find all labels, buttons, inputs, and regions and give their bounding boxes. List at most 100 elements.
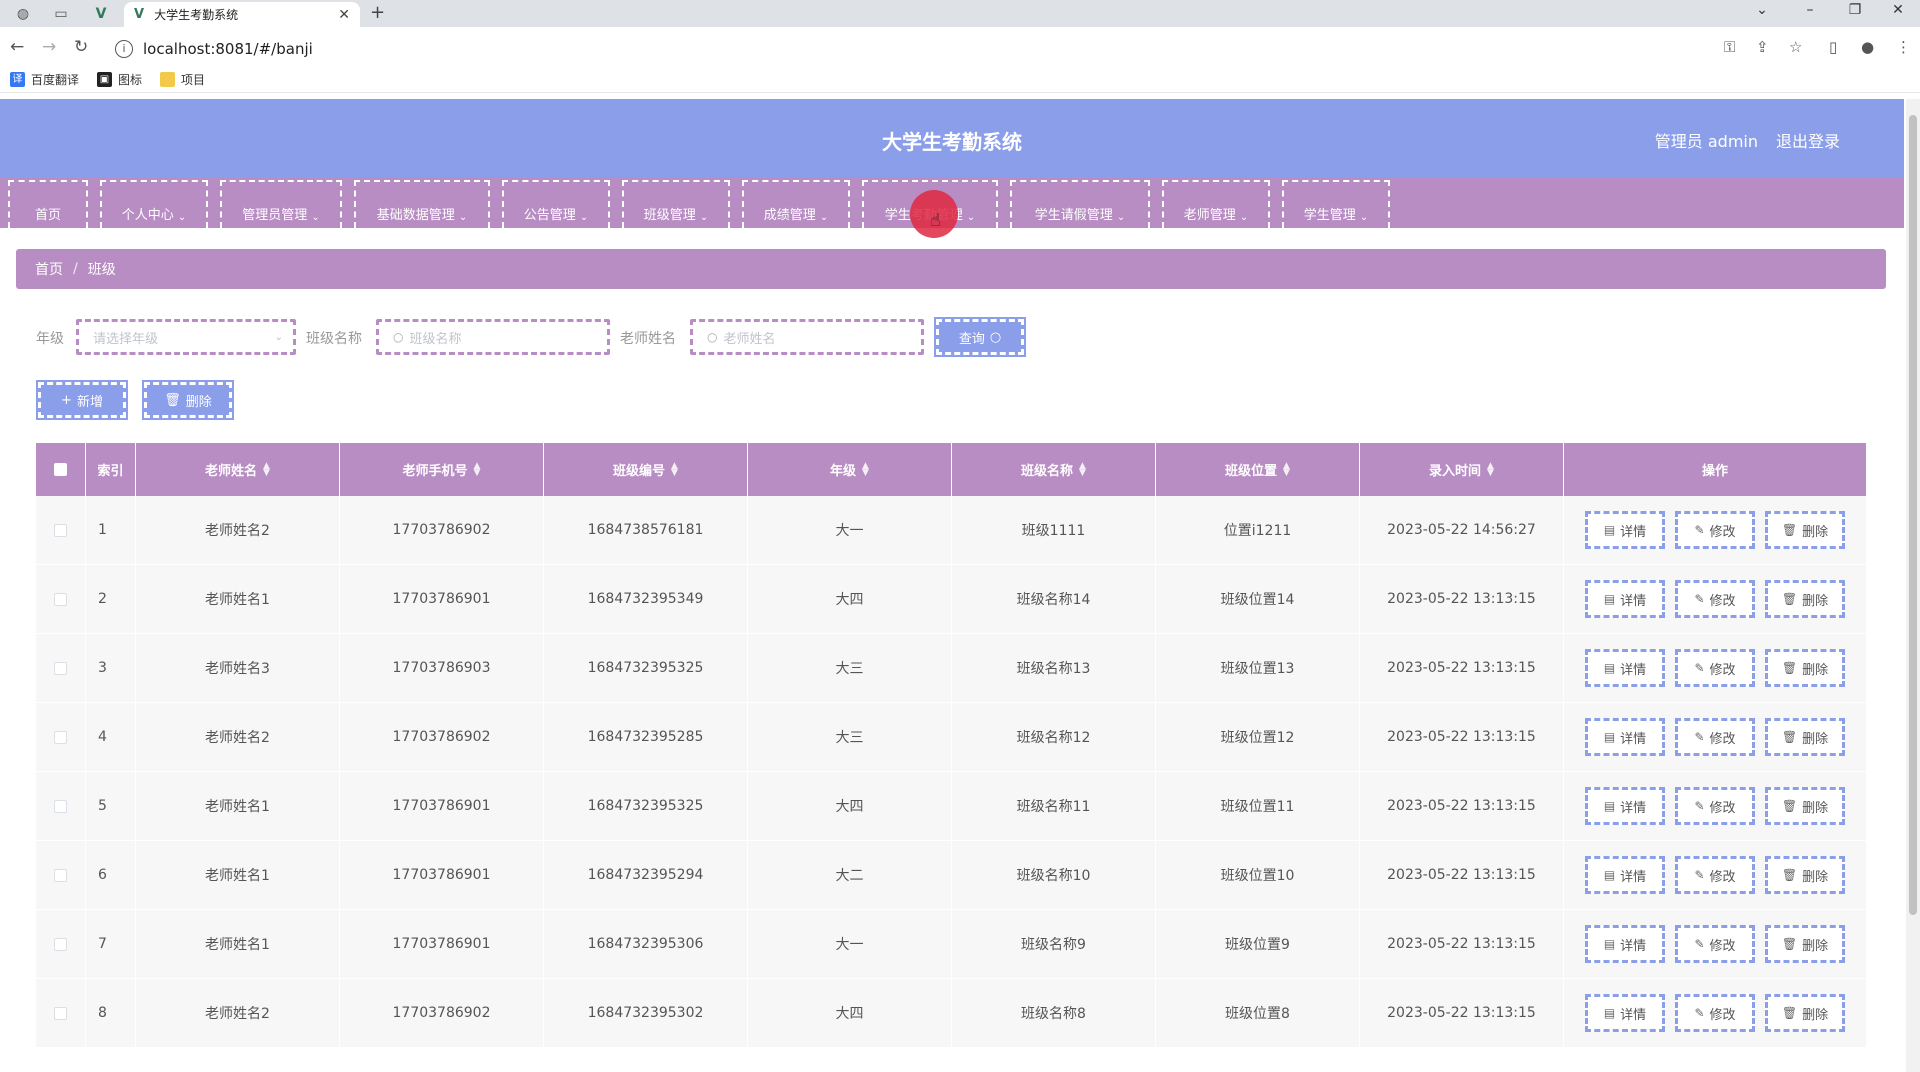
edit-button[interactable]: ✎ 修改 — [1675, 925, 1755, 963]
edit-button[interactable]: ✎ 修改 — [1675, 718, 1755, 756]
url-field[interactable]: i localhost:8081/#/banji — [115, 35, 1685, 63]
share-icon[interactable]: ⇪ — [1756, 38, 1769, 56]
nav-item-admin[interactable]: 管理员管理 ⌄ — [220, 180, 342, 228]
table-cell: 17703786902 — [340, 979, 544, 1047]
delete-button[interactable]: 🗑 删除 — [1765, 511, 1845, 549]
menu-icon[interactable]: ⋮ — [1896, 38, 1911, 56]
close-tab-icon[interactable]: ✕ — [338, 7, 350, 23]
star-icon[interactable]: ☆ — [1789, 38, 1802, 56]
table-cell: 2 — [86, 565, 136, 633]
edit-button[interactable]: ✎ 修改 — [1675, 787, 1755, 825]
nav-item-class[interactable]: 班级管理 ⌄ — [622, 180, 730, 228]
bookmark-item[interactable]: 译 百度翻译 — [10, 71, 79, 88]
chevron-down-icon: ⌄ — [579, 212, 589, 223]
sort-icon[interactable]: ▲ ▼ — [474, 461, 481, 477]
delete-button[interactable]: 🗑 删除 — [1765, 649, 1845, 687]
nav-item-student[interactable]: 学生管理 ⌄ — [1282, 180, 1390, 228]
sort-icon[interactable]: ▲ ▼ — [862, 461, 869, 477]
grade-label: 年级 — [36, 331, 64, 347]
table-cell: 2023-05-22 13:13:15 — [1360, 565, 1564, 633]
grade-select[interactable]: 请选择年级 ⌄ — [76, 319, 296, 355]
logout-link[interactable]: 退出登录 — [1776, 128, 1840, 152]
edit-button[interactable]: ✎ 修改 — [1675, 580, 1755, 618]
reload-icon[interactable]: ↻ — [74, 37, 88, 57]
column-header[interactable]: 年级 ▲ ▼ — [748, 443, 952, 496]
sort-icon[interactable]: ▲ ▼ — [1283, 461, 1290, 477]
delete-button[interactable]: 🗑 删除 — [1765, 925, 1845, 963]
new-tab-icon[interactable]: + — [370, 2, 385, 23]
select-all-checkbox[interactable] — [54, 463, 67, 476]
sort-icon[interactable]: ▲ ▼ — [671, 461, 678, 477]
row-checkbox[interactable] — [54, 661, 67, 675]
tab-search-chevron-icon[interactable]: ⌄ — [1742, 2, 1782, 18]
detail-button[interactable]: ▤ 详情 — [1585, 994, 1665, 1032]
profile-icon[interactable]: ● — [1861, 38, 1874, 56]
forward-icon[interactable]: → — [42, 37, 56, 57]
nav-item-leave[interactable]: 学生请假管理 ⌄ — [1010, 180, 1150, 228]
detail-button[interactable]: ▤ 详情 — [1585, 649, 1665, 687]
detail-button[interactable]: ▤ 详情 — [1585, 580, 1665, 618]
detail-button[interactable]: ▤ 详情 — [1585, 925, 1665, 963]
column-header[interactable]: 老师手机号 ▲ ▼ — [340, 443, 544, 496]
nav-item-notice[interactable]: 公告管理 ⌄ — [502, 180, 610, 228]
delete-button[interactable]: 🗑 删除 — [1765, 580, 1845, 618]
row-checkbox[interactable] — [54, 730, 67, 744]
row-checkbox[interactable] — [54, 937, 67, 951]
window-close-icon[interactable]: ✕ — [1878, 2, 1918, 18]
row-actions: ▤ 详情 ✎ 修改 🗑 删除 — [1564, 841, 1866, 909]
nav-item-home[interactable]: 首页 — [8, 180, 88, 228]
delete-button[interactable]: 🗑 删除 — [1765, 718, 1845, 756]
nav-item-teacher[interactable]: 老师管理 ⌄ — [1162, 180, 1270, 228]
sort-icon[interactable]: ▲ ▼ — [263, 461, 270, 477]
key-icon[interactable]: ⚿ — [1724, 38, 1735, 56]
detail-button[interactable]: ▤ 详情 — [1585, 787, 1665, 825]
add-button[interactable]: + 新增 — [36, 380, 128, 420]
teacher-name-input[interactable]: ○ 老师姓名 — [690, 319, 924, 355]
column-header[interactable]: 录入时间 ▲ ▼ — [1360, 443, 1564, 496]
edit-button[interactable]: ✎ 修改 — [1675, 994, 1755, 1032]
edit-button[interactable]: ✎ 修改 — [1675, 649, 1755, 687]
page-scrollbar[interactable] — [1906, 99, 1920, 1072]
detail-button[interactable]: ▤ 详情 — [1585, 856, 1665, 894]
delete-button[interactable]: 🗑 删除 — [1765, 994, 1845, 1032]
vue-icon[interactable]: V — [86, 3, 116, 25]
batch-delete-button[interactable]: 🗑 删除 — [142, 380, 234, 420]
column-header[interactable]: 班级编号 ▲ ▼ — [544, 443, 748, 496]
globe-icon[interactable]: ◍ — [8, 3, 38, 25]
scroll-thumb[interactable] — [1909, 115, 1917, 915]
bookmark-item[interactable]: 项目 — [160, 71, 205, 88]
site-info-icon[interactable]: i — [115, 40, 133, 58]
restore-icon[interactable]: ❐ — [1835, 2, 1875, 18]
query-button[interactable]: 查询 ○ — [934, 317, 1026, 357]
table-cell: 老师姓名1 — [136, 772, 340, 840]
back-icon[interactable]: ← — [10, 37, 24, 57]
column-header[interactable]: 老师姓名 ▲ ▼ — [136, 443, 340, 496]
minimize-icon[interactable]: – — [1790, 2, 1830, 18]
detail-button[interactable]: ▤ 详情 — [1585, 511, 1665, 549]
row-checkbox[interactable] — [54, 1006, 67, 1020]
row-checkbox[interactable] — [54, 799, 67, 813]
sidepanel-icon[interactable]: ▯ — [1829, 38, 1837, 56]
column-header[interactable]: 班级名称 ▲ ▼ — [952, 443, 1156, 496]
bookmark-item[interactable]: ▣ 图标 — [97, 71, 142, 88]
sort-icon[interactable]: ▲ ▼ — [1079, 461, 1086, 477]
row-checkbox[interactable] — [54, 523, 67, 537]
delete-button[interactable]: 🗑 删除 — [1765, 856, 1845, 894]
edit-button[interactable]: ✎ 修改 — [1675, 511, 1755, 549]
tab-placeholder-icon[interactable]: ▭ — [46, 3, 76, 25]
row-checkbox[interactable] — [54, 592, 67, 606]
breadcrumb-home[interactable]: 首页 — [35, 259, 63, 279]
row-checkbox[interactable] — [54, 868, 67, 882]
browser-active-tab[interactable]: V 大学生考勤系统 ✕ — [124, 2, 360, 27]
detail-button[interactable]: ▤ 详情 — [1585, 718, 1665, 756]
sort-icon[interactable]: ▲ ▼ — [1487, 461, 1494, 477]
table-cell: 班级位置9 — [1156, 910, 1360, 978]
table-row: 3 老师姓名3 17703786903 1684732395325 大三 班级名称13 班级… — [36, 634, 1866, 703]
nav-item-profile[interactable]: 个人中心 ⌄ — [100, 180, 208, 228]
nav-item-basedata[interactable]: 基础数据管理 ⌄ — [354, 180, 490, 228]
edit-button[interactable]: ✎ 修改 — [1675, 856, 1755, 894]
nav-item-score[interactable]: 成绩管理 ⌄ — [742, 180, 850, 228]
class-name-input[interactable]: ○ 班级名称 — [376, 319, 610, 355]
column-header[interactable]: 班级位置 ▲ ▼ — [1156, 443, 1360, 496]
delete-button[interactable]: 🗑 删除 — [1765, 787, 1845, 825]
